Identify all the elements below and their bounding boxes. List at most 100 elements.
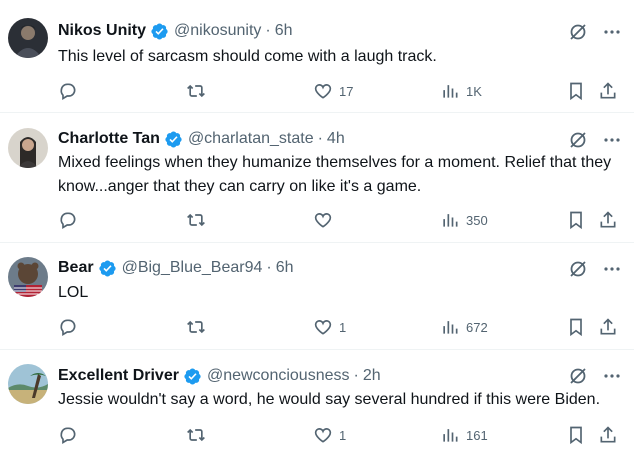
tweet[interactable]: Nikos Unity @nikosunity · 6h This level … (0, 0, 634, 113)
like-button[interactable]: 1 (313, 423, 346, 447)
bookmark-icon (570, 211, 582, 230)
separator-dot: · (265, 22, 271, 39)
share-icon (600, 318, 616, 335)
like-count: 1 (339, 427, 347, 443)
verified-badge-icon (98, 260, 116, 276)
bookmark-icon (570, 318, 582, 337)
display-name[interactable]: Excellent Driver (58, 365, 179, 387)
tweet-text: Jessie wouldn't say a word, he would say… (58, 391, 601, 408)
bookmark-button[interactable] (566, 423, 586, 447)
more-dots-icon[interactable] (602, 130, 622, 150)
retweet-button[interactable] (186, 208, 206, 232)
handle[interactable]: @newconciousness (207, 365, 350, 387)
tweet[interactable]: Excellent Driver @newconciousness · 2h J… (0, 350, 634, 465)
bookmark-icon (570, 426, 582, 445)
retweet-icon (187, 84, 205, 98)
like-button[interactable] (313, 208, 339, 232)
like-count: 1 (339, 319, 347, 335)
tweet-text: This level of sarcasm should come with a… (58, 48, 437, 65)
view-count: 1K (466, 83, 482, 99)
display-name[interactable]: Bear (58, 257, 94, 279)
tweet-actions: 350 (58, 208, 620, 232)
reply-icon (60, 212, 76, 229)
bookmark-button[interactable] (566, 79, 586, 103)
more-dots-icon[interactable] (602, 22, 622, 42)
bookmark-button[interactable] (566, 315, 586, 339)
retweet-icon (187, 320, 205, 334)
heart-icon (314, 213, 332, 228)
timestamp[interactable]: 2h (363, 365, 381, 387)
timestamp[interactable]: 6h (275, 20, 293, 42)
handle[interactable]: @Big_Blue_Bear94 (122, 257, 263, 279)
timestamp[interactable]: 6h (276, 257, 294, 279)
more-dots-icon[interactable] (602, 259, 622, 279)
retweet-button[interactable] (186, 79, 206, 103)
retweet-icon (187, 213, 205, 227)
tweet[interactable]: Charlotte Tan @charlatan_state · 4h Mixe… (0, 113, 634, 243)
view-count: 350 (466, 212, 488, 228)
share-button[interactable] (598, 208, 618, 232)
reply-button[interactable] (58, 79, 78, 103)
retweet-icon (187, 428, 205, 442)
avatar[interactable] (8, 18, 48, 58)
tweet-header: Excellent Driver @newconciousness · 2h (58, 365, 554, 387)
share-button[interactable] (598, 79, 618, 103)
tweet-header: Nikos Unity @nikosunity · 6h (58, 20, 554, 42)
reply-icon (60, 83, 76, 100)
display-name[interactable]: Nikos Unity (58, 20, 146, 42)
tweet-actions: 1 672 (58, 315, 620, 339)
retweet-button[interactable] (186, 423, 206, 447)
bookmark-icon (570, 82, 582, 101)
tweet[interactable]: Bear @Big_Blue_Bear94 · 6h LOL 1 672 (0, 243, 634, 350)
separator-dot: · (353, 367, 359, 384)
share-icon (600, 426, 616, 443)
more-dots-icon[interactable] (602, 366, 622, 386)
view-count: 672 (466, 319, 488, 335)
share-button[interactable] (598, 315, 618, 339)
avatar[interactable] (8, 364, 48, 404)
handle[interactable]: @nikosunity (174, 20, 261, 42)
timeline-feed: Nikos Unity @nikosunity · 6h This level … (0, 0, 634, 465)
like-count: 17 (339, 83, 354, 99)
views-button[interactable]: 350 (440, 208, 488, 232)
reply-button[interactable] (58, 423, 78, 447)
views-button[interactable]: 672 (440, 315, 488, 339)
tweet-text: LOL (58, 284, 89, 301)
tweet-header: Bear @Big_Blue_Bear94 · 6h (58, 257, 554, 279)
timestamp[interactable]: 4h (327, 128, 345, 150)
separator-dot: · (266, 259, 272, 276)
heart-icon (314, 84, 332, 99)
like-button[interactable]: 1 (313, 315, 346, 339)
display-name[interactable]: Charlotte Tan (58, 128, 160, 150)
retweet-button[interactable] (186, 315, 206, 339)
bookmark-button[interactable] (566, 208, 586, 232)
avatar[interactable] (8, 128, 48, 168)
views-chart-icon (443, 321, 458, 334)
heart-icon (314, 428, 332, 443)
heart-icon (314, 320, 332, 335)
grok-icon[interactable] (568, 366, 588, 386)
view-count: 161 (466, 427, 488, 443)
tweet-top-actions (568, 22, 622, 42)
avatar[interactable] (8, 257, 48, 297)
grok-icon[interactable] (568, 259, 588, 279)
views-button[interactable]: 161 (440, 423, 488, 447)
handle[interactable]: @charlatan_state (188, 128, 314, 150)
tweet-header: Charlotte Tan @charlatan_state · 4h (58, 128, 554, 150)
verified-badge-icon (151, 23, 168, 39)
tweet-top-actions (568, 130, 622, 150)
grok-icon[interactable] (568, 22, 588, 42)
tweet-actions: 1 161 (58, 423, 620, 447)
views-button[interactable]: 1K (440, 79, 482, 103)
grok-icon[interactable] (568, 130, 588, 150)
like-button[interactable]: 17 (313, 79, 353, 103)
share-button[interactable] (598, 423, 618, 447)
share-icon (600, 82, 616, 99)
tweet-top-actions (568, 259, 622, 279)
reply-icon (60, 427, 76, 444)
views-chart-icon (443, 429, 458, 442)
reply-icon (60, 319, 76, 336)
reply-button[interactable] (58, 315, 78, 339)
reply-button[interactable] (58, 208, 78, 232)
views-chart-icon (443, 214, 458, 227)
